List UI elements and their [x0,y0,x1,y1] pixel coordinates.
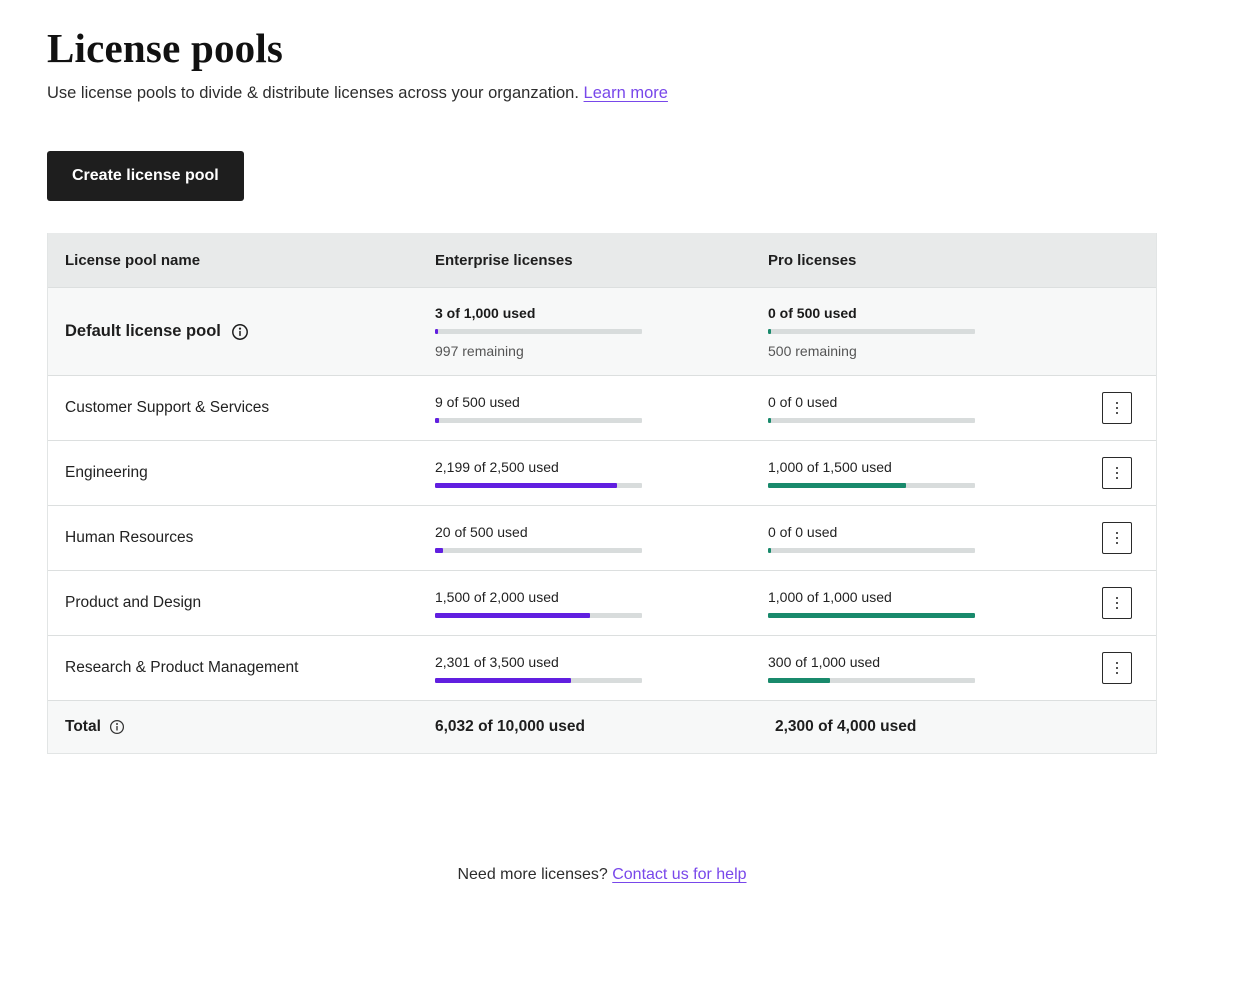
enterprise-usage-text: 20 of 500 used [435,524,768,540]
pro-usage-text: 0 of 500 used [768,305,1156,321]
pro-progress-bar [768,678,975,683]
pro-progress-bar [768,548,975,553]
kebab-dot [1116,662,1119,665]
license-pools-table: License pool name Enterprise licenses Pr… [47,233,1157,754]
kebab-dot [1116,667,1119,670]
pro-progress-fill [768,548,771,553]
pool-name: Human Resources [65,529,193,547]
info-icon[interactable] [231,323,249,341]
kebab-dot [1116,477,1119,480]
total-label: Total [65,718,101,736]
table-row: Human Resources 20 of 500 used 0 of 0 us… [48,505,1156,570]
enterprise-remaining-text: 997 remaining [435,343,768,359]
page-subtitle: Use license pools to divide & distribute… [47,84,1237,103]
pro-remaining-text: 500 remaining [768,343,1156,359]
kebab-dot [1116,412,1119,415]
kebab-dot [1116,472,1119,475]
enterprise-usage-text: 9 of 500 used [435,394,768,410]
pro-usage-text: 1,000 of 1,000 used [768,589,1156,605]
kebab-dot [1116,402,1119,405]
table-row: Engineering 2,199 of 2,500 used 1,000 of… [48,440,1156,505]
pro-usage-text: 1,000 of 1,500 used [768,459,1156,475]
enterprise-usage-text: 3 of 1,000 used [435,305,768,321]
pro-progress-fill [768,678,830,683]
kebab-dot [1116,407,1119,410]
pro-usage-text: 0 of 0 used [768,394,1156,410]
table-row-default-pool: Default license pool 3 of 1,000 used 997… [48,287,1156,375]
enterprise-progress-bar [435,483,642,488]
kebab-menu-button[interactable] [1102,587,1132,619]
kebab-dot [1116,532,1119,535]
kebab-dot [1116,467,1119,470]
learn-more-link[interactable]: Learn more [584,84,668,102]
footer-text: Need more licenses? [457,866,607,883]
info-icon[interactable] [109,719,125,735]
pro-progress-bar [768,329,975,334]
pro-usage-text: 0 of 0 used [768,524,1156,540]
table-row: Product and Design 1,500 of 2,000 used 1… [48,570,1156,635]
enterprise-progress-bar [435,613,642,618]
enterprise-progress-fill [435,418,439,423]
kebab-menu-button[interactable] [1102,522,1132,554]
pool-name: Default license pool [65,322,221,341]
create-license-pool-button[interactable]: Create license pool [47,151,244,201]
table-row-total: Total 6,032 of 10,000 used 2,300 of 4,00… [48,700,1156,753]
enterprise-progress-bar [435,678,642,683]
enterprise-progress-fill [435,678,571,683]
column-header-enterprise: Enterprise licenses [435,252,768,269]
column-header-pro: Pro licenses [768,252,1156,269]
kebab-dot [1116,597,1119,600]
pro-usage-text: 300 of 1,000 used [768,654,1156,670]
total-pro-text: 2,300 of 4,000 used [768,718,1156,736]
page-title: License pools [47,26,1237,71]
enterprise-usage-text: 2,301 of 3,500 used [435,654,768,670]
enterprise-usage-text: 2,199 of 2,500 used [435,459,768,475]
enterprise-progress-fill [435,483,617,488]
pool-name: Product and Design [65,594,201,612]
table-row: Research & Product Management 2,301 of 3… [48,635,1156,700]
column-header-pool-name: License pool name [48,252,435,269]
enterprise-progress-bar [435,418,642,423]
enterprise-progress-fill [435,613,590,618]
pro-progress-fill [768,483,906,488]
kebab-dot [1116,537,1119,540]
enterprise-progress-bar [435,329,642,334]
pro-progress-bar [768,483,975,488]
table-row: Customer Support & Services 9 of 500 use… [48,375,1156,440]
pool-name: Customer Support & Services [65,399,269,417]
pool-name: Engineering [65,464,148,482]
kebab-dot [1116,542,1119,545]
footer-help: Need more licenses? Contact us for help [47,866,1157,884]
kebab-dot [1116,672,1119,675]
pro-progress-bar [768,613,975,618]
table-header-row: License pool name Enterprise licenses Pr… [48,233,1156,287]
enterprise-progress-bar [435,548,642,553]
pool-name: Research & Product Management [65,659,298,677]
enterprise-progress-fill [435,548,443,553]
pro-progress-bar [768,418,975,423]
kebab-menu-button[interactable] [1102,457,1132,489]
kebab-dot [1116,607,1119,610]
pro-progress-fill [768,418,771,423]
kebab-menu-button[interactable] [1102,652,1132,684]
contact-us-link[interactable]: Contact us for help [612,866,746,883]
enterprise-usage-text: 1,500 of 2,000 used [435,589,768,605]
pro-progress-fill [768,613,975,618]
kebab-dot [1116,602,1119,605]
total-enterprise-text: 6,032 of 10,000 used [435,718,768,736]
kebab-menu-button[interactable] [1102,392,1132,424]
subtitle-text: Use license pools to divide & distribute… [47,84,579,102]
pro-progress-fill [768,329,771,334]
enterprise-progress-fill [435,329,438,334]
license-pools-page: License pools Use license pools to divid… [0,0,1237,884]
